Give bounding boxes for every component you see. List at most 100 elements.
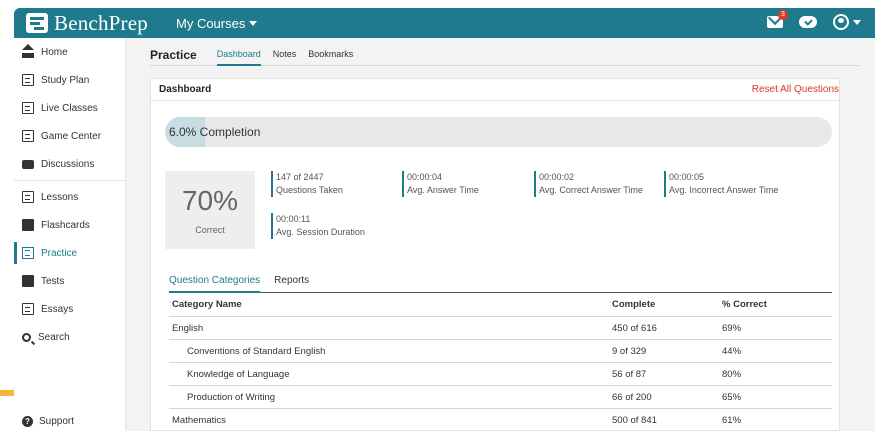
stat-questions-taken: 147 of 2447 Questions Taken [271,171,343,197]
category-complete: 450 of 616 [609,316,719,340]
help-icon: ? [22,416,33,427]
score-label: Correct [195,225,225,235]
sidebar-item-label: Tests [41,275,65,287]
category-complete: 9 of 329 [609,339,719,363]
support-link[interactable]: ? Support [22,416,74,427]
sidebar-item-flashcards[interactable]: Flashcards [14,211,125,239]
stat-avg-session-duration: 00:00:11 Avg. Session Duration [271,213,365,239]
category-correct: 80% [719,362,832,386]
user-menu[interactable] [833,14,861,30]
stat-avg-correct-answer-time: 00:00:02 Avg. Correct Answer Time [534,171,643,197]
game-center-icon [22,130,34,142]
column-header-category[interactable]: Category Name [169,293,609,317]
stat-value: 00:00:04 [407,172,443,182]
notification-badge: 3 [778,10,788,20]
cloud-sync-icon[interactable] [799,16,817,28]
brand-logo[interactable]: BenchPrep [14,11,174,36]
stat-label: Avg. Session Duration [276,227,365,237]
category-name: Knowledge of Language [169,362,609,386]
sidebar-item-search[interactable]: Search [14,323,125,351]
essays-icon [22,303,34,315]
sidebar-item-label: Discussions [41,158,95,170]
flashcards-icon [22,219,34,231]
dashboard-card: Dashboard Reset All Questions 6.0% Compl… [150,78,840,431]
stat-avg-incorrect-answer-time: 00:00:05 Avg. Incorrect Answer Time [664,171,778,197]
stat-avg-answer-time: 00:00:04 Avg. Answer Time [402,171,479,197]
table-row[interactable]: Production of Writing 66 of 200 65% [169,385,832,409]
user-avatar-icon [833,14,849,30]
main-content: Practice Dashboard Notes Bookmarks Dashb… [126,38,875,431]
sidebar-item-label: Game Center [41,130,102,142]
search-icon [22,332,31,342]
sidebar-item-home[interactable]: Home [14,38,125,66]
sidebar-item-game-center[interactable]: Game Center [14,122,125,150]
stat-label: Questions Taken [276,185,343,195]
completion-label: 6.0% Completion [169,125,261,139]
category-correct: 69% [719,316,832,340]
table-row[interactable]: Knowledge of Language 56 of 87 80% [169,362,832,386]
reset-all-questions-button[interactable]: Reset All Questions [752,84,839,95]
sidebar-item-lessons[interactable]: Lessons [14,183,125,211]
category-correct: 44% [719,339,832,363]
table-row[interactable]: Conventions of Standard English 9 of 329… [169,339,832,363]
stat-label: Avg. Answer Time [407,185,479,195]
score-percent: 70% [181,185,239,216]
brand-name: BenchPrep [54,10,148,35]
sidebar-item-label: Search [38,331,70,343]
discussions-icon [22,159,34,169]
sidebar-item-label: Home [41,46,68,58]
category-name: Mathematics [169,408,609,431]
app-window: BenchPrep My Courses 3 Home Study Plan L… [14,8,875,431]
table-row[interactable]: Mathematics 500 of 841 61% [169,408,832,431]
chevron-down-icon [249,20,258,26]
sidebar-item-study-plan[interactable]: Study Plan [14,66,125,94]
dashboard-title: Dashboard [159,84,212,95]
sidebar-item-tests[interactable]: Tests [14,267,125,295]
stat-value: 00:00:05 [669,172,705,182]
tab-reports[interactable]: Reports [274,275,309,292]
benchprep-logo-icon [26,13,48,33]
my-courses-dropdown[interactable]: My Courses [176,16,258,31]
column-header-correct[interactable]: % Correct [719,293,832,317]
sidebar: Home Study Plan Live Classes Game Center… [14,38,126,431]
sidebar-item-label: Live Classes [41,102,98,114]
practice-icon [22,247,34,259]
score-box: 70% Correct [165,171,255,249]
lessons-icon [22,191,34,203]
study-plan-icon [22,74,34,86]
top-navigation-bar: BenchPrep My Courses 3 [14,8,875,38]
sidebar-item-label: Essays [41,303,74,315]
table-header-row: Category Name Complete % Correct [169,293,832,317]
categories-table: Category Name Complete % Correct English… [169,293,832,431]
mail-icon[interactable]: 3 [767,10,788,28]
category-name: Conventions of Standard English [169,339,609,363]
category-name: Production of Writing [169,385,609,409]
category-complete: 56 of 87 [609,362,719,386]
category-complete: 500 of 841 [609,408,719,431]
tests-icon [22,275,34,287]
practice-subnav: Practice Dashboard Notes Bookmarks [150,44,860,66]
home-icon [22,44,34,58]
sidebar-item-discussions[interactable]: Discussions [14,150,125,178]
sidebar-item-practice[interactable]: Practice [14,239,125,267]
stat-value: 147 of 2447 [276,172,324,182]
page-title: Practice [150,47,197,62]
sidebar-item-live-classes[interactable]: Live Classes [14,94,125,122]
sidebar-item-label: Study Plan [41,74,90,86]
sidebar-item-label: Lessons [41,191,79,203]
stat-value: 00:00:11 [276,214,311,224]
table-row[interactable]: English 450 of 616 69% [169,316,832,340]
stat-label: Avg. Correct Answer Time [539,185,643,195]
tab-dashboard[interactable]: Dashboard [216,44,261,66]
tab-notes[interactable]: Notes [273,44,297,66]
category-correct: 61% [719,408,832,431]
sidebar-item-essays[interactable]: Essays [14,295,125,323]
category-complete: 66 of 200 [609,385,719,409]
tab-bookmarks[interactable]: Bookmarks [308,44,353,66]
completion-progress-bar: 6.0% Completion [165,117,832,147]
category-tabs: Question Categories Reports [169,275,832,293]
sidebar-item-label: Practice [41,247,78,259]
tab-question-categories[interactable]: Question Categories [169,275,261,293]
category-name: English [169,316,609,340]
column-header-complete[interactable]: Complete [609,293,719,317]
